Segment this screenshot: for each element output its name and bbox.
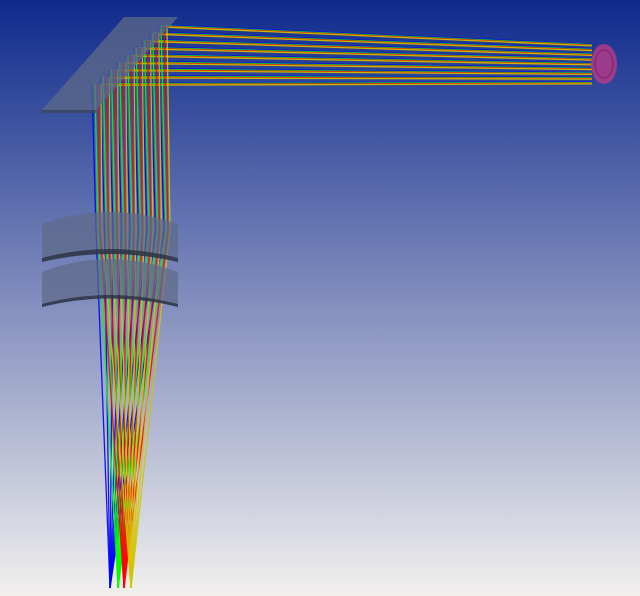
source-aperture[interactable] xyxy=(591,44,617,84)
3d-viewport[interactable] xyxy=(0,0,640,596)
optical-scene xyxy=(0,0,640,596)
